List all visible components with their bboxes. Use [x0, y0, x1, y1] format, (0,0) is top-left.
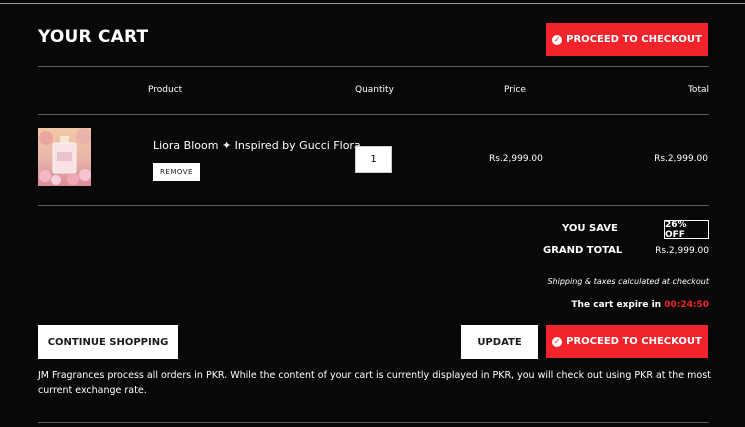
grand-total-value: Rs.2,999.00 — [655, 246, 709, 256]
continue-shopping-button[interactable]: CONTINUE SHOPPING — [38, 325, 178, 359]
column-header-quantity: Quantity — [355, 85, 394, 95]
currency-note: JM Fragrances process all orders in PKR.… — [38, 370, 711, 396]
you-save-label: YOU SAVE — [562, 223, 618, 234]
remove-button[interactable]: REMOVE — [153, 163, 200, 181]
checkout-button-label: PROCEED TO CHECKOUT — [566, 336, 702, 347]
cart-expire-timer: 00:24:50 — [664, 300, 709, 310]
cart-expire-notice: The cart expire in 00:24:50 — [571, 300, 709, 310]
discount-badge: 26% OFF — [664, 220, 709, 240]
check-circle-icon: ✓ — [552, 336, 563, 347]
perfume-bottle-image — [38, 128, 91, 186]
grand-total-label: GRAND TOTAL — [543, 245, 623, 256]
column-header-product: Product — [148, 85, 183, 95]
checkout-button-label: PROCEED TO CHECKOUT — [566, 34, 702, 45]
checkout-button-bottom[interactable]: ✓ PROCEED TO CHECKOUT — [546, 325, 708, 358]
footer-divider — [38, 422, 709, 423]
column-header-price: Price — [504, 85, 526, 95]
item-price: Rs.2,999.00 — [489, 154, 543, 164]
check-circle-icon: ✓ — [552, 34, 563, 45]
shipping-note: Shipping & taxes calculated at checkout — [547, 277, 709, 286]
update-button[interactable]: UPDATE — [461, 325, 538, 359]
column-header-total: Total — [687, 85, 709, 95]
top-divider — [0, 3, 745, 4]
item-total: Rs.2,999.00 — [654, 154, 708, 164]
product-name-link[interactable]: Liora Bloom ✦ Inspired by Gucci Flora — [153, 139, 361, 152]
page-title: YOUR CART — [38, 27, 149, 47]
product-thumbnail[interactable] — [38, 128, 91, 186]
quantity-input[interactable] — [355, 146, 392, 173]
cart-expire-label: The cart expire in — [571, 300, 662, 310]
header-divider — [38, 66, 709, 67]
table-header-divider — [38, 114, 709, 115]
items-divider — [38, 205, 709, 206]
checkout-button-top[interactable]: ✓ PROCEED TO CHECKOUT — [546, 23, 708, 56]
